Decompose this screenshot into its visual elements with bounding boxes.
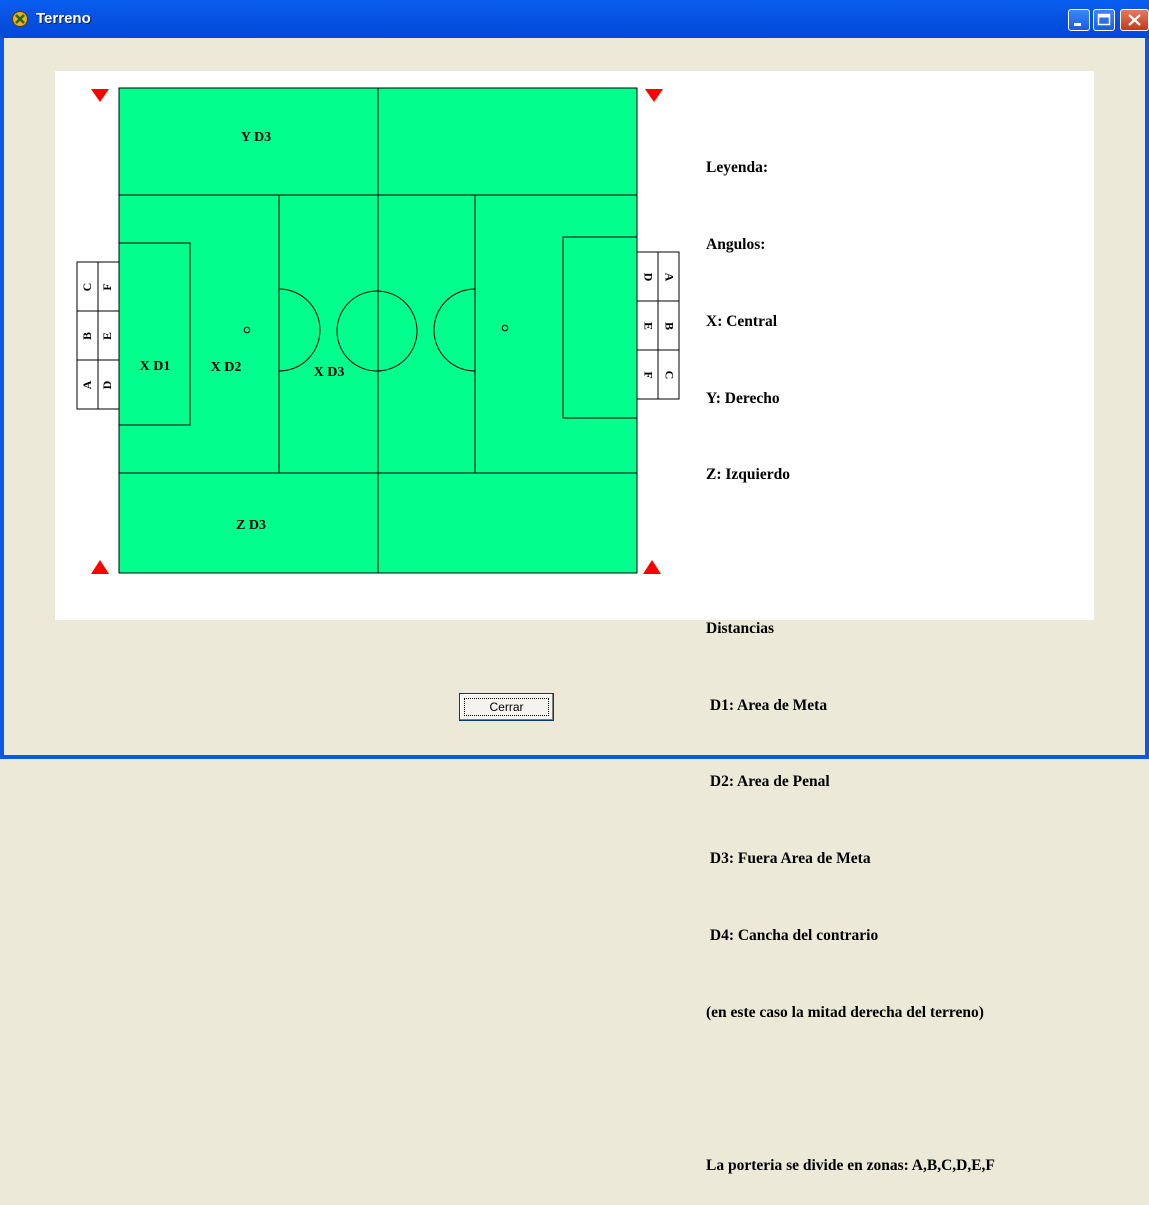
goal-zone-label: A bbox=[662, 273, 676, 282]
goal-zone-label: D bbox=[100, 380, 114, 389]
goal-zone-label: E bbox=[100, 332, 114, 340]
zone-label-x-d3: X D3 bbox=[314, 365, 345, 380]
goal-zone-label: F bbox=[641, 371, 655, 378]
legend: Leyenda: Angulos: X: Central Y: Derecho … bbox=[706, 104, 995, 1205]
legend-line: La porteria se divide en zonas: A,B,C,D,… bbox=[706, 1157, 995, 1175]
legend-line bbox=[706, 1077, 995, 1103]
zone-label-z-d3: Z D3 bbox=[236, 518, 266, 533]
cerrar-button-label: Cerrar bbox=[464, 698, 549, 716]
goal-zone-label: D bbox=[641, 273, 655, 282]
legend-line: Leyenda: bbox=[706, 159, 768, 177]
goal-zone-label: E bbox=[641, 322, 655, 330]
corner-marker-icon bbox=[91, 89, 109, 102]
goal-zone-label: C bbox=[662, 371, 676, 380]
goal-zone-label: C bbox=[80, 283, 94, 292]
legend-line: D3: Fuera Area de Meta bbox=[706, 850, 871, 868]
right-goal: D A E B F C bbox=[636, 251, 680, 400]
legend-line bbox=[706, 539, 995, 565]
goal-zone-label: F bbox=[100, 283, 114, 290]
legend-line: (en este caso la mitad derecha del terre… bbox=[706, 1003, 984, 1021]
legend-line: D4: Cancha del contrario bbox=[706, 927, 879, 944]
legend-line: D1: Area de Meta bbox=[706, 696, 828, 714]
corner-marker-icon bbox=[91, 560, 109, 574]
zone-label-x-d1: X D1 bbox=[140, 359, 171, 374]
corner-marker-icon bbox=[645, 89, 663, 102]
legend-line: D2: Area de Penal bbox=[706, 773, 830, 791]
legend-line: Y: Derecho bbox=[706, 389, 780, 407]
goal-zone-label: B bbox=[662, 322, 676, 330]
goal-zone-label: A bbox=[80, 380, 94, 389]
cerrar-button[interactable]: Cerrar bbox=[459, 693, 554, 721]
zone-label-y-d3: Y D3 bbox=[241, 130, 271, 145]
legend-line: X: Central bbox=[706, 312, 778, 330]
legend-line: Z: Izquierdo bbox=[706, 466, 790, 484]
zone-label-x-d2: X D2 bbox=[211, 360, 242, 375]
goal-zone-label: B bbox=[80, 332, 94, 340]
corner-marker-icon bbox=[643, 560, 661, 574]
legend-line: Distancias bbox=[706, 619, 775, 637]
legend-line: Angulos: bbox=[706, 235, 766, 253]
left-goal: C F B E A D bbox=[76, 261, 120, 410]
